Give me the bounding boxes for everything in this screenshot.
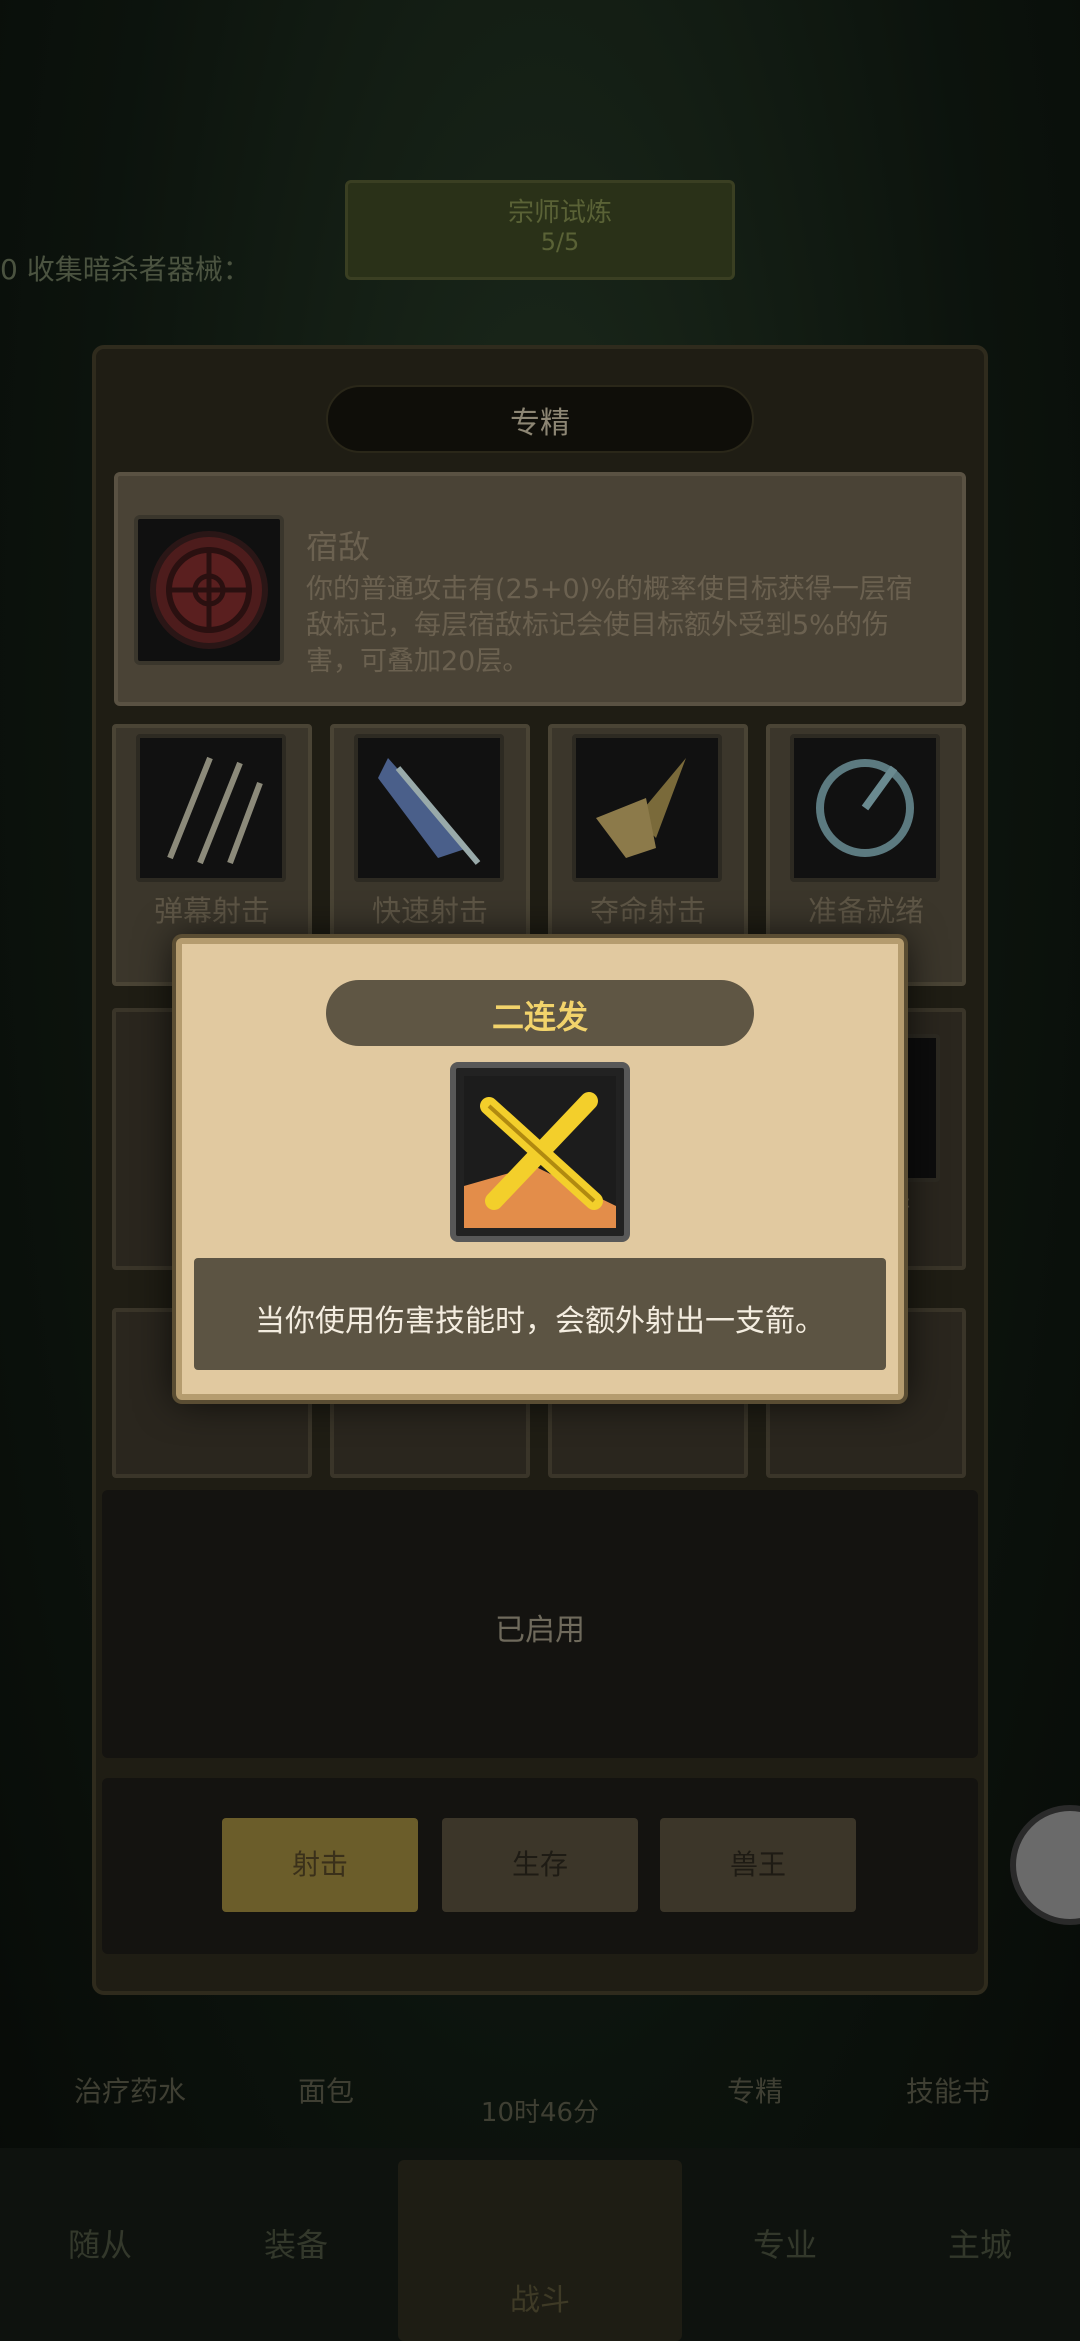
nav-main-city: 主城 xyxy=(947,2226,1012,2264)
item-healing-potion: 治疗药水 xyxy=(73,2075,186,2108)
trial-banner-value: 5/5 xyxy=(540,228,580,256)
nav-profession: 专业 xyxy=(752,2226,817,2264)
crosshair-icon xyxy=(150,531,268,649)
nav-equipment: 装备 xyxy=(263,2226,328,2264)
timer-text: 10时46分 xyxy=(480,2098,600,2128)
talent-name: 宿敌 xyxy=(306,528,371,566)
trial-banner-label: 宗师试炼 xyxy=(507,198,612,228)
spears-icon xyxy=(136,734,286,882)
popup-description: 当你使用伤害技能时，会额外射出一支箭。 xyxy=(255,1304,825,1339)
skill-deadly-shot-label: 夺命射击 xyxy=(589,894,706,928)
tab-survival[interactable]: 生存 xyxy=(442,1818,638,1912)
skill-ready-label: 准备就绪 xyxy=(807,894,924,928)
enabled-label: 已启用 xyxy=(495,1613,585,1648)
item-bread: 面包 xyxy=(297,2075,354,2108)
skill-rapid-fire-label: 快速射击 xyxy=(371,894,488,928)
twin-arrows-icon xyxy=(464,1076,616,1228)
tab-beast-mastery[interactable]: 兽王 xyxy=(660,1818,856,1912)
arrowhead-icon xyxy=(354,734,504,882)
crossbow-bolt-icon xyxy=(572,734,722,882)
panel-title: 专精 xyxy=(510,406,570,441)
item-specialization: 专精 xyxy=(726,2075,783,2108)
vortex-icon xyxy=(790,734,940,882)
skill-barrage-label: 弹幕射击 xyxy=(153,894,270,928)
item-skill-book: 技能书 xyxy=(905,2075,990,2108)
talent-description: 你的普通攻击有(25+0)%的概率使目标获得一层宿敌标记，每层宿敌标记会使目标额… xyxy=(306,574,913,677)
nav-battle-label: 战斗 xyxy=(510,2283,570,2318)
quest-hint: 0 收集暗杀者器械： xyxy=(0,253,251,286)
tab-shooting[interactable]: 射击 xyxy=(222,1818,418,1912)
popup-title: 二连发 xyxy=(491,998,588,1036)
nav-followers: 随从 xyxy=(67,2226,132,2264)
